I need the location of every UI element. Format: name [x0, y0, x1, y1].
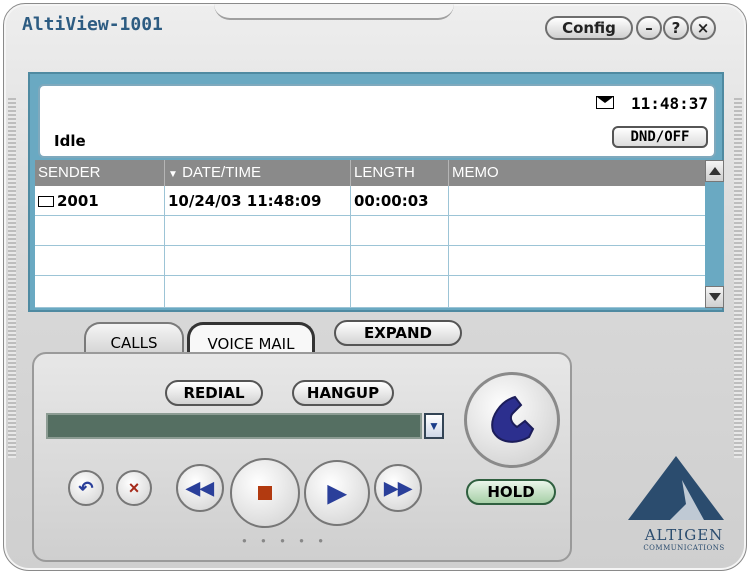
length-cell: 00:00:03: [351, 186, 449, 215]
dial-input[interactable]: [46, 413, 422, 439]
brand-name: ALTIGEN: [644, 526, 724, 544]
delete-icon[interactable]: ×: [116, 470, 152, 506]
voicemail-table: SENDER ▼ DATE/TIME LENGTH MEMO 2001 10/2…: [35, 160, 705, 308]
rewind-icon[interactable]: ◀◀: [176, 464, 224, 512]
datetime-cell: 10/24/03 11:48:09: [165, 186, 351, 215]
clock-time: 11:48:37: [630, 94, 708, 113]
scroll-up-button[interactable]: [705, 160, 724, 182]
table-row: [35, 246, 705, 276]
right-rail: [734, 98, 742, 458]
expand-button[interactable]: EXPAND: [334, 320, 462, 346]
table-scrollbar[interactable]: [705, 160, 724, 308]
hold-button[interactable]: HOLD: [466, 479, 556, 505]
top-notch: [214, 4, 454, 20]
column-header-length[interactable]: LENGTH: [351, 160, 449, 186]
status-text: Idle: [54, 132, 86, 150]
table-row: [35, 216, 705, 246]
fast-forward-icon[interactable]: ▶▶: [374, 464, 422, 512]
table-header: SENDER ▼ DATE/TIME LENGTH MEMO: [35, 160, 705, 186]
brand-subtitle: COMMUNICATIONS: [643, 544, 725, 552]
table-row[interactable]: 2001 10/24/03 11:48:09 00:00:03: [35, 186, 705, 216]
status-display: 11:48:37 Idle DND/OFF: [38, 84, 716, 158]
phone-icon[interactable]: [464, 372, 560, 468]
table-row: [35, 276, 705, 308]
envelope-icon: [596, 96, 614, 109]
help-button[interactable]: ?: [663, 16, 689, 40]
play-icon[interactable]: ▶: [304, 460, 370, 526]
decorative-dots: ● ● ● ● ●: [242, 536, 330, 545]
arrow-down-icon: [709, 293, 721, 301]
column-header-datetime-label: DATE/TIME: [182, 164, 261, 181]
minimize-button[interactable]: –: [636, 16, 662, 40]
stop-icon: [258, 486, 272, 500]
close-button[interactable]: ×: [690, 16, 716, 40]
title-bar[interactable]: AltiView-1001 Config – ? ×: [4, 4, 746, 60]
undo-icon[interactable]: ↶: [68, 470, 104, 506]
chevron-down-icon[interactable]: ▼: [424, 413, 444, 439]
dnd-button[interactable]: DND/OFF: [612, 126, 708, 148]
tab-calls[interactable]: CALLS: [84, 322, 184, 352]
sender-cell: 2001: [35, 186, 165, 215]
column-header-sender[interactable]: SENDER: [35, 160, 165, 186]
sort-indicator-icon: ▼: [168, 169, 178, 180]
memo-cell: [449, 186, 705, 215]
config-button[interactable]: Config: [545, 16, 633, 40]
tab-voice-mail[interactable]: VOICE MAIL: [187, 322, 315, 353]
envelope-icon: [38, 196, 54, 207]
redial-button[interactable]: REDIAL: [165, 380, 263, 406]
stop-button[interactable]: [230, 458, 300, 528]
hangup-button[interactable]: HANGUP: [292, 380, 394, 406]
left-rail: [8, 98, 16, 458]
scroll-down-button[interactable]: [705, 286, 724, 308]
arrow-up-icon: [709, 167, 721, 175]
sender-value: 2001: [57, 192, 99, 210]
column-header-datetime[interactable]: ▼ DATE/TIME: [165, 160, 351, 186]
column-header-memo[interactable]: MEMO: [449, 160, 705, 186]
app-title: AltiView-1001: [22, 14, 163, 35]
